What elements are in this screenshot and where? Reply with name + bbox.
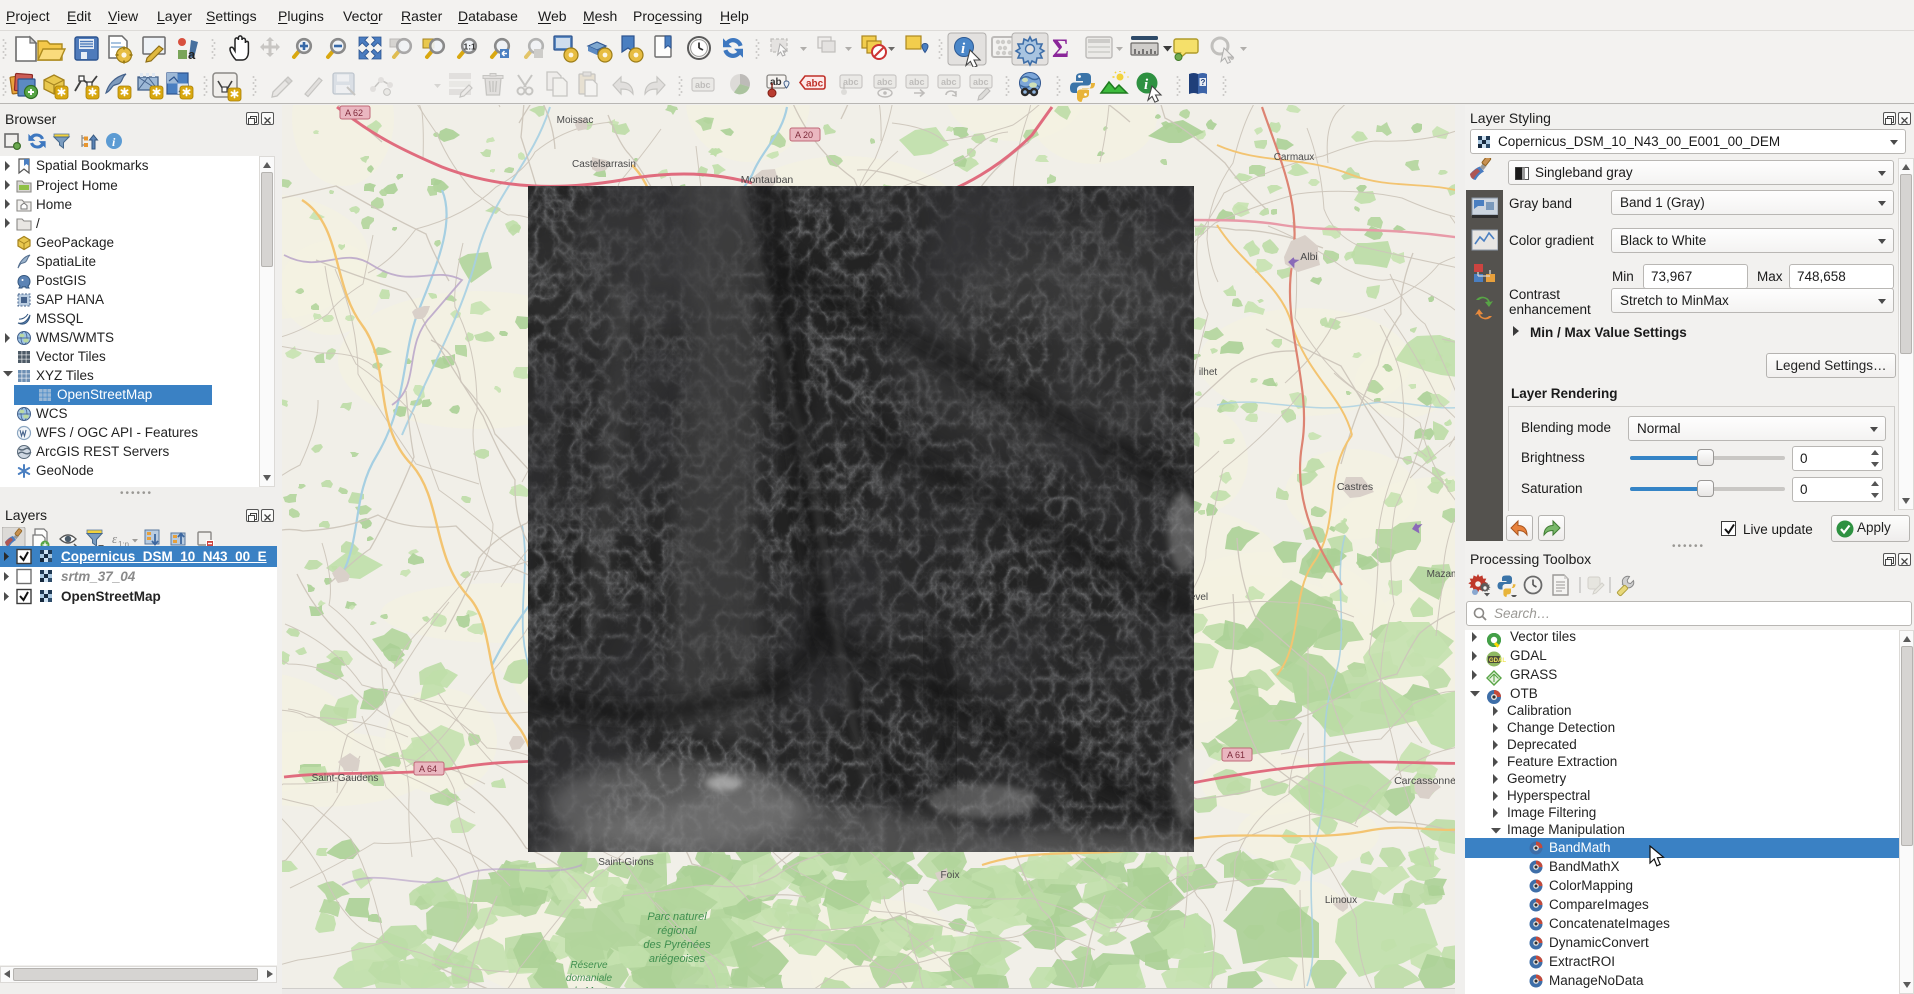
svg-text:evel: evel	[1190, 592, 1208, 603]
svg-text:1:1: 1:1	[464, 42, 477, 52]
svg-text:a: a	[188, 47, 196, 62]
svg-text:Carcassonne: Carcassonne	[1394, 775, 1455, 787]
svg-text:régional: régional	[657, 925, 697, 937]
svg-text:A 64: A 64	[419, 764, 437, 774]
svg-text:Castelsarrasin: Castelsarrasin	[572, 159, 636, 170]
svg-text:domaniale: domaniale	[566, 973, 613, 984]
svg-text:Foix: Foix	[941, 870, 960, 881]
svg-text:Σ: Σ	[1052, 34, 1069, 63]
svg-text:Moissac: Moissac	[557, 115, 594, 126]
svg-text:Albi: Albi	[1300, 251, 1318, 263]
svg-text:GDAL: GDAL	[1489, 658, 1506, 664]
svg-text:Montauban: Montauban	[741, 174, 794, 186]
svg-text:Mazam: Mazam	[1427, 569, 1455, 580]
svg-text:ilhet: ilhet	[1199, 367, 1218, 378]
svg-text:ariégeoises: ariégeoises	[649, 953, 706, 965]
svg-text:A 61: A 61	[1227, 750, 1245, 760]
svg-text:Saint-Gaudens: Saint-Gaudens	[312, 773, 379, 784]
svg-text:?: ?	[1201, 78, 1206, 87]
svg-text:Limoux: Limoux	[1325, 895, 1357, 906]
svg-text:des Pyrénées: des Pyrénées	[643, 939, 711, 951]
svg-text:Parc naturel: Parc naturel	[647, 911, 707, 923]
svg-text:A 20: A 20	[795, 130, 813, 140]
svg-text:abc: abc	[806, 79, 824, 90]
svg-text:Carmaux: Carmaux	[1274, 152, 1315, 163]
svg-text:A 62: A 62	[345, 108, 363, 118]
svg-text:Saint-Girons: Saint-Girons	[598, 857, 654, 868]
svg-text:Castres: Castres	[1337, 481, 1373, 493]
svg-text:Réserve: Réserve	[570, 960, 608, 971]
